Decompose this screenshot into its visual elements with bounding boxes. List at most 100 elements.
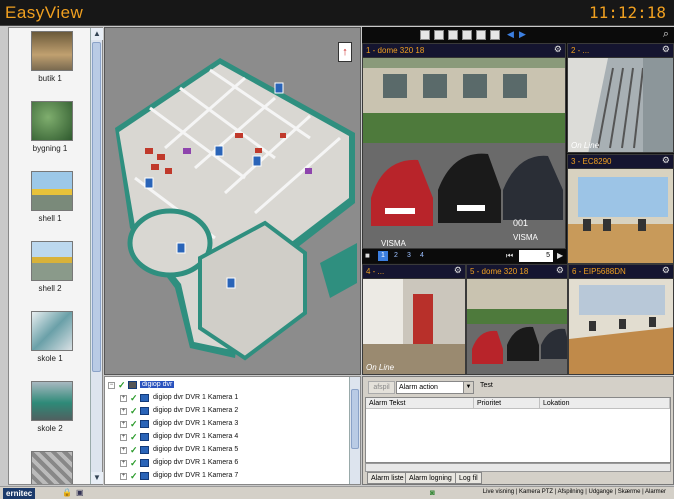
expand-icon[interactable]: + [120,421,127,428]
expand-icon[interactable]: + [120,460,127,467]
camera-tile-2[interactable]: 2 - ... ⚙ On Line [567,43,674,153]
expand-icon[interactable]: + [120,473,127,480]
wrench-icon[interactable]: ⚙ [454,265,462,276]
column-header[interactable]: Alarm Tekst [366,398,474,409]
rewind-icon[interactable]: ⏮ [506,251,513,261]
site-thumbnail[interactable]: skole 2 [9,378,91,448]
camera-tile-5[interactable]: 5 - dome 320 18 ⚙ [466,264,568,375]
status-bar: ernitec 🔒 ▣ ◙ Live visning | Kamera PTZ … [0,486,674,499]
camera-icon [140,472,149,480]
tree-item-label: digiop dvr DVR 1 Kamera 1 [153,394,239,401]
alarm-action-select[interactable]: Alarm action ▼ [396,381,474,394]
site-thumbnail-list: butik 1 bygning 1 shell 1 shell 2 skole … [8,27,103,485]
page-button[interactable]: 2 [391,251,401,261]
expand-icon[interactable]: + [120,395,127,402]
playback-button[interactable]: afspil [368,381,395,394]
camera-pager-icon[interactable]: ■ [365,251,370,260]
zoom-icon[interactable]: ⌕ [663,28,669,41]
app-title: EasyView [5,3,84,22]
next-page-icon[interactable]: ▶ [519,29,526,40]
expand-icon[interactable]: + [120,447,127,454]
dvr-icon [128,381,137,389]
camera-tile-header: 1 - dome 320 18 ⚙ [363,44,565,58]
page-button[interactable]: 3 [404,251,414,261]
camera-tile-header: 2 - ... ⚙ [568,44,673,58]
expand-icon[interactable]: + [120,434,127,441]
site-thumbnail[interactable]: shell 1 [9,168,91,238]
test-button[interactable]: Test [480,382,493,389]
tab-alarm-list[interactable]: Alarm liste [367,472,408,484]
site-thumbnail[interactable]: butik 1 [9,28,91,98]
mode-menu[interactable]: Live visning | Kamera PTZ | Afspilning |… [483,489,666,495]
camera-name: 3 - EC8290 [571,157,612,166]
gas-station-thumb-icon [31,171,73,211]
device-tree: − ✓ digiop dvr + ✓ digiop dvr DVR 1 Kame… [104,376,361,485]
checkmark-icon: ✓ [130,432,138,442]
page-button[interactable]: 1 [378,251,388,261]
checkmark-icon: ✓ [130,471,138,481]
alarm-panel: afspil Alarm action ▼ Test Alarm Tekst P… [362,376,674,485]
tree-scrollbar[interactable] [349,377,360,484]
site-thumbnail[interactable] [9,448,91,484]
chevron-down-icon[interactable]: ▼ [463,382,473,393]
floor-plan-view[interactable]: ↑ [104,27,361,375]
scroll-thumb[interactable] [351,389,359,449]
building-thumb-icon [31,311,73,351]
checkmark-icon: ✓ [130,419,138,429]
alarm-action-value: Alarm action [399,384,438,391]
column-header[interactable]: Prioritet [474,398,540,409]
site-thumbnail[interactable]: skole 1 [9,308,91,378]
scroll-up-icon[interactable]: ▲ [91,28,103,40]
layout-toolbar: ◀ ▶ ⌕ [362,27,674,43]
alarm-table-scrollbar[interactable] [365,463,671,472]
camera-tile-1[interactable]: 1 - dome 320 18 ⚙ VISMA VISMA 001 [362,43,566,249]
site-thumbnail[interactable]: shell 2 [9,238,91,308]
site-thumbnail[interactable]: bygning 1 [9,98,91,168]
layout-4x4-icon[interactable] [490,30,500,40]
camera-tile-6[interactable]: 6 - EIP5688DN ⚙ [568,264,674,375]
wrench-icon[interactable]: ⚙ [554,44,562,55]
layout-1x1-icon[interactable] [420,30,430,40]
column-header[interactable]: Lokation [540,398,670,409]
wrench-icon[interactable]: ⚙ [662,265,670,276]
floor-plan-drawing [105,28,360,374]
tree-root-label: digiop dvr [140,381,175,388]
rate-stepper[interactable]: 5 [519,250,553,262]
plate-text: VISMA [381,239,407,248]
site-thumbnail-label: shell 1 [38,214,62,223]
collapse-icon[interactable]: − [108,382,115,389]
page-button[interactable]: 4 [417,251,427,261]
camera-icon [140,420,149,428]
tab-log-file[interactable]: Log fil [455,472,482,484]
site-thumbnail-label: skole 2 [37,424,63,433]
camera-tile-4[interactable]: 4 - ... ⚙ On Line [362,264,466,375]
wrench-icon[interactable]: ⚙ [662,44,670,55]
previous-page-icon[interactable]: ◀ [507,29,514,40]
layout-1plus7-icon[interactable] [462,30,472,40]
camera-name: 5 - dome 320 18 [470,267,529,276]
thumbnail-scrollbar[interactable]: ▲ ▼ [90,28,103,484]
layout-1plus5-icon[interactable] [448,30,458,40]
camera-name: 2 - ... [571,46,590,55]
scroll-thumb[interactable] [92,42,101,372]
site-thumbnail-label: shell 2 [38,284,62,293]
layout-2x2-icon[interactable] [434,30,444,40]
lock-icon[interactable]: 🔒 [62,488,72,497]
camera-feed-balcony [568,58,673,152]
wrench-icon[interactable]: ⚙ [556,265,564,276]
camera-status: On Line [571,141,600,150]
gas-station-thumb-icon [31,241,73,281]
plate-text: VISMA [513,233,539,242]
wrench-icon[interactable]: ⚙ [662,155,670,166]
play-icon[interactable]: ▶ [557,251,563,260]
printer-icon[interactable]: ▣ [76,488,84,497]
camera-tile-3[interactable]: 3 - EC8290 ⚙ [567,154,674,264]
layout-3x3-icon[interactable] [476,30,486,40]
alarm-table: Alarm Tekst Prioritet Lokation [365,397,671,463]
tab-alarm-log[interactable]: Alarm logning [405,472,456,484]
expand-icon[interactable]: + [120,408,127,415]
checkmark-icon: ✓ [130,406,138,416]
scroll-down-icon[interactable]: ▼ [91,472,103,484]
building-thumb-icon [31,31,73,71]
floor-plan-exit-icon[interactable]: ↑ [338,42,352,62]
